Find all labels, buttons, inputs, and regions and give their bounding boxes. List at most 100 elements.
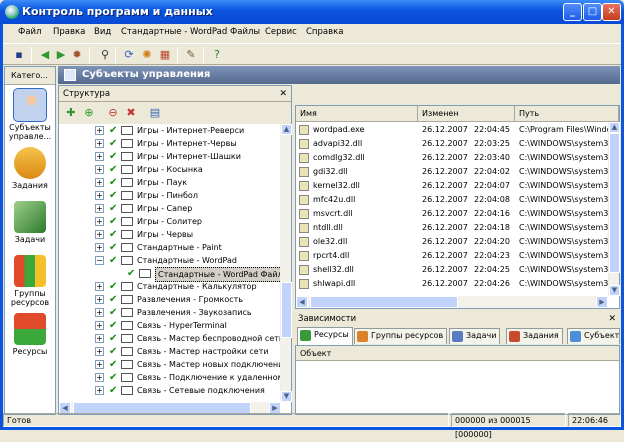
tree-item[interactable]: + ✔ Игры - Пинбол [59,189,281,202]
tools-icon[interactable]: ✎ [183,47,199,63]
scroll-right-icon[interactable]: ▶ [596,296,608,308]
refresh-icon[interactable]: ⟳ [121,47,137,63]
table-row[interactable]: gdi32.dll 26.12.2007 22:04:02 C:\WINDOWS\sy… [296,165,609,179]
tree-item[interactable]: + ✔ Игры - Интернет-Шашки [59,150,281,163]
back-arrow-icon[interactable]: ◀ [37,47,53,63]
nav-item-subjects[interactable]: Субъекты управле... [5,88,55,141]
table-row[interactable]: mfc42u.dll 26.12.2007 22:04:08 C:\WINDOWS\s… [296,193,609,207]
table-row[interactable]: comdlg32.dll 26.12.2007 22:03:40 C:\WINDOWS… [296,151,609,165]
tree-item[interactable]: + ✔ Связь - Мастер беспроводной сети [59,332,281,345]
scroll-down-icon[interactable]: ▼ [609,285,620,296]
tree-item[interactable]: + ✔ Связь - HyperTerminal [59,319,281,332]
expander-icon[interactable]: + [95,282,104,291]
tree-item[interactable]: + ✔ Развлечения - Громкость [59,293,281,306]
tree-item[interactable]: + ✔ Игры - Сапер [59,202,281,215]
scroll-thumb[interactable] [310,296,458,308]
save-icon[interactable]: ▪ [11,47,27,63]
table-row[interactable]: wordpad.exe 26.12.2007 22:04:45 C:\Program … [296,123,609,137]
help-icon[interactable]: ? [209,47,225,63]
menu-service[interactable]: Сервис [265,27,297,37]
expander-icon[interactable]: + [95,386,104,395]
properties-icon[interactable]: ▤ [147,105,163,121]
menu-file[interactable]: Файл [18,27,41,37]
files-hscrollbar[interactable]: ◀ ▶ [296,296,608,308]
remove-child-icon[interactable]: ⊖ [105,105,121,121]
table-row[interactable]: msvcrt.dll 26.12.2007 22:04:16 C:\WINDOWS\s… [296,207,609,221]
column-header-name[interactable]: Имя [296,106,418,122]
tree-item[interactable]: ✔ Стандартные - WordPad Файлы [59,267,281,282]
column-header-object[interactable]: Объект [296,346,619,361]
menu-view[interactable]: Вид [94,27,111,37]
nav-item-tasks[interactable]: Задания [5,147,55,190]
expander-icon[interactable]: + [95,217,104,226]
tree-item[interactable]: + ✔ Игры - Червы [59,228,281,241]
expander-icon[interactable]: + [95,165,104,174]
tab-jobs[interactable]: Задачи [449,328,501,344]
gear-icon[interactable]: ✺ [139,47,155,63]
column-header-path[interactable]: Путь [515,106,619,122]
expander-icon[interactable]: + [95,139,104,148]
table-row[interactable]: advapi32.dll 26.12.2007 22:03:25 C:\WINDOWS… [296,137,609,151]
search-icon[interactable]: ⚲ [97,47,113,63]
table-row[interactable]: kernel32.dll 26.12.2007 22:04:07 C:\WINDOWS… [296,179,609,193]
expander-icon[interactable]: + [95,308,104,317]
tree-item[interactable]: + ✔ Стандартные - Калькулятор [59,280,281,293]
table-row[interactable]: shell32.dll 26.12.2007 22:04:25 C:\WINDOWS\… [296,263,609,277]
maximize-button[interactable]: □ [583,3,602,21]
expander-icon[interactable]: + [95,321,104,330]
tree-item[interactable]: + ✔ Игры - Интернет-Червы [59,137,281,150]
expander-icon[interactable]: + [95,230,104,239]
expander-icon[interactable]: + [95,243,104,252]
tree-item[interactable]: + ✔ Связь - Мастер настройки сети [59,345,281,358]
close-button[interactable]: ✕ [602,3,621,21]
settings-icon[interactable]: ✹ [69,47,85,63]
tab-resource-groups[interactable]: Группы ресурсов [354,328,448,344]
scroll-up-icon[interactable]: ▲ [281,124,292,135]
forward-arrow-icon[interactable]: ▶ [53,47,69,63]
structure-close-icon[interactable]: ✕ [279,86,287,102]
tree-item[interactable]: + ✔ Игры - Паук [59,176,281,189]
add-child-icon[interactable]: ⊕ [81,105,97,121]
menu-edit[interactable]: Правка [53,27,85,37]
nav-item-jobs[interactable]: Задачи [5,201,55,244]
nav-item-resource-groups[interactable]: Группы ресурсов [5,255,55,307]
expander-icon[interactable]: + [95,334,104,343]
tree-item[interactable]: − ✔ Стандартные - WordPad [59,254,281,267]
tree-item[interactable]: + ✔ Связь - Подключение к удаленному [59,371,281,384]
expander-icon[interactable]: + [95,191,104,200]
tree-item[interactable]: + ✔ Игры - Солитер [59,215,281,228]
minimize-button[interactable]: _ [563,3,582,21]
table-row[interactable]: ntdll.dll 26.12.2007 22:04:18 C:\WINDOWS\sy… [296,221,609,235]
scroll-thumb[interactable] [281,282,292,338]
expander-icon[interactable]: + [95,152,104,161]
table-row[interactable]: shlwapi.dll 26.12.2007 22:04:26 C:\WINDOWS\… [296,277,609,291]
expander-icon[interactable]: − [95,256,104,265]
tree-item[interactable]: + ✔ Развлечения - Звукозапись [59,306,281,319]
add-icon[interactable]: ✚ [63,105,79,121]
tree-item[interactable]: + ✔ Связь - Мастер новых подключений [59,358,281,371]
table-row[interactable]: ole32.dll 26.12.2007 22:04:20 C:\WINDOWS\sy… [296,235,609,249]
tree-item[interactable]: + ✔ Игры - Косынка [59,163,281,176]
menu-wordpad-files[interactable]: Стандартные - WordPad Файлы [121,27,260,37]
tab-resources[interactable]: Ресурсы [297,327,353,345]
tab-tasks[interactable]: Задания [506,328,563,344]
tree-item[interactable]: + ✔ Связь - Сетевые подключения [59,384,281,397]
delete-icon[interactable]: ✖ [123,105,139,121]
structure-vscrollbar[interactable]: ▲ ▼ [280,124,292,402]
table-row[interactable]: rpcrt4.dll 26.12.2007 22:04:23 C:\WINDOWS\s… [296,249,609,263]
expander-icon[interactable]: + [95,347,104,356]
files-vscrollbar[interactable]: ▲ ▼ [608,122,620,296]
scroll-down-icon[interactable]: ▼ [281,391,292,402]
expander-icon[interactable]: + [95,126,104,135]
dependencies-close-icon[interactable]: ✕ [608,312,616,327]
scroll-left-icon[interactable]: ◀ [296,296,308,308]
nav-item-resources[interactable]: Ресурсы [5,313,55,356]
menu-help[interactable]: Справка [306,27,343,37]
expander-icon[interactable]: + [95,295,104,304]
tree-item[interactable]: + ✔ Стандартные - Paint [59,241,281,254]
tab-subjects[interactable]: Субъекты [567,328,620,344]
expander-icon[interactable]: + [95,373,104,382]
expander-icon[interactable]: + [95,360,104,369]
scroll-thumb[interactable] [609,133,620,273]
expander-icon[interactable]: + [95,178,104,187]
